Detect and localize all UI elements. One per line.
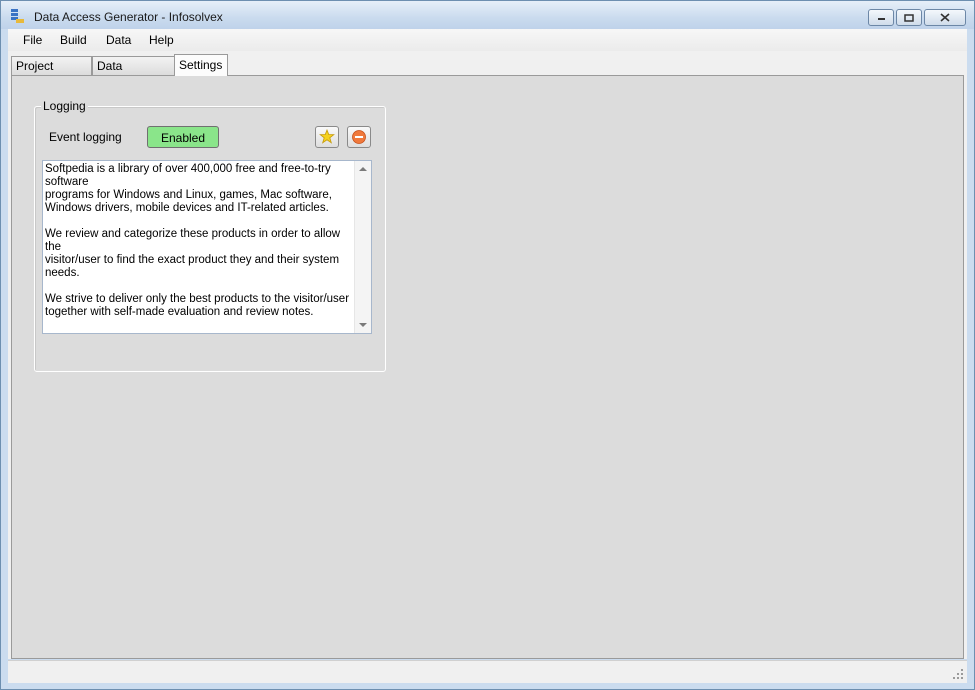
tab-project-details[interactable]: Project Details [11,56,92,91]
close-icon [940,13,950,22]
yellow-star-icon [319,129,335,144]
window-title: Data Access Generator - Infosolvex [34,10,223,24]
menu-file[interactable]: File [23,33,42,47]
maximize-icon [904,13,914,22]
tab-data-generator[interactable]: Data Generator [92,56,175,91]
close-button[interactable] [924,9,966,26]
settings-panel: Logging Event logging Enabled Softpedia … [11,75,964,659]
menu-help[interactable]: Help [149,33,174,47]
log-textarea[interactable]: Softpedia is a library of over 400,000 f… [42,160,372,334]
scroll-up-icon[interactable] [359,167,367,171]
event-logging-toggle-button[interactable]: Enabled [147,126,219,148]
log-text: Softpedia is a library of over 400,000 f… [45,163,350,318]
menu-build[interactable]: Build [60,33,87,47]
red-minus-icon [352,130,366,144]
remove-log-button[interactable] [347,126,371,148]
status-bar [8,660,967,683]
resize-grip-icon[interactable] [952,668,964,680]
database-app-icon [11,9,24,23]
log-scrollbar[interactable] [354,161,371,333]
menu-data[interactable]: Data [106,33,131,47]
title-bar[interactable]: Data Access Generator - Infosolvex [1,1,974,29]
event-logging-label: Event logging [49,130,122,144]
window-controls [868,9,966,26]
main-content: Project Details Data Generator Settings … [8,51,967,659]
add-log-button[interactable] [315,126,339,148]
minimize-icon [877,17,885,20]
menu-bar: File Build Data Help [8,29,967,51]
maximize-button[interactable] [896,9,922,26]
tab-settings[interactable]: Settings [174,54,228,76]
scroll-down-icon[interactable] [359,323,367,327]
logging-group: Logging Event logging Enabled Softpedia … [34,99,386,372]
app-window: Data Access Generator - Infosolvex File … [0,0,975,690]
logging-group-title: Logging [41,99,88,113]
minimize-button[interactable] [868,9,894,26]
